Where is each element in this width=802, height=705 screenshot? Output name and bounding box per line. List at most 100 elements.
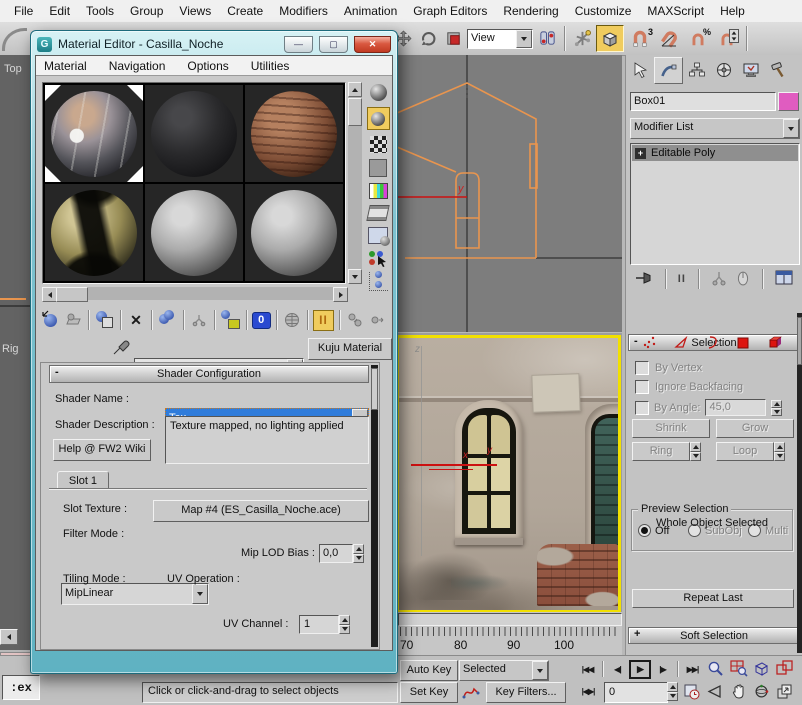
use-center-flyout-icon[interactable]	[536, 29, 558, 49]
object-name-field[interactable]: Box01	[630, 92, 776, 111]
filter-mode-dropdown[interactable]: MipLinear	[61, 583, 209, 605]
sample-slot-3[interactable]	[245, 85, 343, 182]
assign-material-icon[interactable]	[94, 310, 115, 330]
make-unique-icon[interactable]	[711, 270, 727, 289]
close-button[interactable]: ✕	[354, 36, 391, 53]
video-color-check-icon[interactable]	[369, 183, 388, 199]
reset-map-icon[interactable]: ✕	[126, 310, 147, 330]
loop-spinner[interactable]	[774, 442, 785, 461]
frame-spinner[interactable]	[667, 682, 678, 701]
go-forward-sibling-icon[interactable]	[367, 310, 388, 330]
pan-hand-icon[interactable]	[727, 681, 750, 702]
rollout-scrollbar[interactable]	[371, 365, 378, 647]
stack-expand-icon[interactable]: +	[635, 148, 646, 159]
sample-slot-6[interactable]	[245, 184, 343, 281]
menu-animation[interactable]: Animation	[336, 4, 405, 18]
put-material-to-scene-icon[interactable]	[63, 310, 84, 330]
filter-mode-arrow-icon[interactable]	[192, 584, 208, 604]
scrollbar-thumb[interactable]	[797, 317, 802, 365]
make-material-copy-icon[interactable]	[157, 310, 178, 330]
key-mode-toggle-button[interactable]: |◀▶|	[576, 682, 600, 701]
loop-button[interactable]: Loop	[716, 442, 774, 461]
help-fw2-wiki-button[interactable]: Help @ FW2 Wiki	[53, 439, 151, 461]
undo-icon[interactable]	[2, 28, 27, 51]
slots-vscrollbar[interactable]	[348, 82, 362, 284]
menu-rendering[interactable]: Rendering	[495, 4, 566, 18]
time-configuration-icon[interactable]	[682, 682, 702, 701]
polygon-subobject-icon[interactable]	[736, 335, 751, 353]
grow-button[interactable]: Grow	[716, 419, 794, 438]
menu-customize[interactable]: Customize	[567, 4, 640, 18]
repeat-last-button[interactable]: Repeat Last	[632, 589, 794, 608]
dropdown-arrow-icon[interactable]	[516, 30, 532, 48]
material-editor-titlebar[interactable]: G Material Editor - Casilla_Noche — ▢ ✕	[35, 33, 393, 55]
show-end-result-icon[interactable]: II	[313, 310, 334, 331]
sample-slot-4[interactable]	[45, 184, 143, 281]
ring-button[interactable]: Ring	[632, 442, 690, 461]
background-icon[interactable]	[370, 136, 387, 153]
by-vertex-checkbox[interactable]	[635, 361, 649, 375]
modifier-list-dropdown[interactable]: Modifier List	[630, 118, 800, 139]
viewport-label-top[interactable]: Top	[4, 63, 22, 75]
by-angle-row[interactable]: By Angle: 45,0	[635, 399, 782, 416]
mip-lod-bias-field[interactable]: 0,0	[319, 544, 353, 563]
command-panel-scrollbar[interactable]	[797, 313, 802, 653]
modifier-stack[interactable]: + Editable Poly	[630, 143, 800, 265]
zoom-region-icon[interactable]	[727, 658, 750, 679]
menu-create[interactable]: Create	[219, 4, 271, 18]
soft-selection-rollout-header[interactable]: + Soft Selection	[628, 627, 800, 644]
current-frame-field[interactable]: 0	[604, 682, 668, 703]
auto-key-button[interactable]: Auto Key	[400, 660, 458, 681]
sample-slot-2[interactable]	[145, 85, 243, 182]
scroll-up-icon[interactable]	[348, 82, 362, 97]
make-preview-icon[interactable]	[366, 205, 389, 221]
previous-frame-button[interactable]: ◀|	[606, 659, 629, 679]
selection-filter-arrow-icon[interactable]	[532, 661, 548, 680]
mini-listener-field[interactable]: :ex	[2, 675, 40, 700]
menu-utilities[interactable]: Utilities	[251, 59, 290, 73]
slot-texture-map-button[interactable]: Map #4 (ES_Casilla_Noche.ace)	[153, 500, 369, 522]
show-map-in-viewport-icon[interactable]	[282, 310, 303, 330]
get-material-icon[interactable]	[40, 310, 61, 330]
tab-utilities-icon[interactable]	[764, 57, 791, 82]
options-icon[interactable]	[368, 227, 388, 244]
material-map-navigator-icon[interactable]	[369, 272, 388, 291]
element-subobject-icon[interactable]	[768, 335, 784, 353]
select-and-scale-icon[interactable]	[442, 29, 464, 49]
snap-toggle-button[interactable]	[596, 25, 624, 52]
make-unique-material-icon[interactable]	[189, 310, 210, 330]
vscroll-thumb[interactable]	[348, 98, 362, 126]
hscroll-thumb[interactable]	[56, 287, 88, 302]
ignore-backfacing-row[interactable]: Ignore Backfacing	[635, 380, 743, 394]
vertex-subobject-icon[interactable]	[642, 335, 657, 353]
by-angle-field[interactable]: 45,0	[705, 399, 766, 416]
edge-subobject-icon[interactable]	[674, 335, 689, 353]
set-key-button[interactable]: Set Key	[400, 682, 458, 703]
scroll-right-icon[interactable]	[333, 287, 348, 302]
next-frame-button[interactable]: |▶	[651, 659, 674, 679]
menu-options[interactable]: Options	[187, 59, 228, 73]
viewport-label-right[interactable]: Rig	[2, 343, 19, 355]
sample-uv-tiling-icon[interactable]	[369, 159, 387, 177]
show-end-result-stack-icon[interactable]: II	[678, 273, 686, 285]
shrink-button[interactable]: Shrink	[632, 419, 710, 438]
percent-snap-icon[interactable]: %	[685, 29, 711, 49]
spinner-snap-icon[interactable]	[714, 29, 740, 49]
play-button[interactable]: ▶	[629, 660, 651, 679]
field-of-view-icon[interactable]	[704, 681, 727, 702]
menu-modifiers[interactable]: Modifiers	[271, 4, 336, 18]
configure-modifier-sets-icon[interactable]	[775, 270, 793, 288]
scroll-left-icon[interactable]	[42, 287, 57, 302]
ignore-backfacing-checkbox[interactable]	[635, 380, 649, 394]
menu-tools[interactable]: Tools	[78, 4, 122, 18]
stack-row-editable-poly[interactable]: + Editable Poly	[632, 145, 798, 161]
slots-hscrollbar[interactable]	[42, 287, 348, 300]
selection-filter-dropdown[interactable]: Selected	[459, 660, 549, 681]
put-to-library-icon[interactable]	[220, 310, 241, 330]
menu-help[interactable]: Help	[712, 4, 753, 18]
select-and-rotate-icon[interactable]	[417, 29, 439, 49]
material-type-button[interactable]: Kuju Material	[308, 338, 392, 360]
material-id-channel-icon[interactable]: 0	[252, 312, 271, 329]
modifier-list-arrow-icon[interactable]	[783, 119, 799, 138]
menu-edit[interactable]: Edit	[41, 4, 78, 18]
